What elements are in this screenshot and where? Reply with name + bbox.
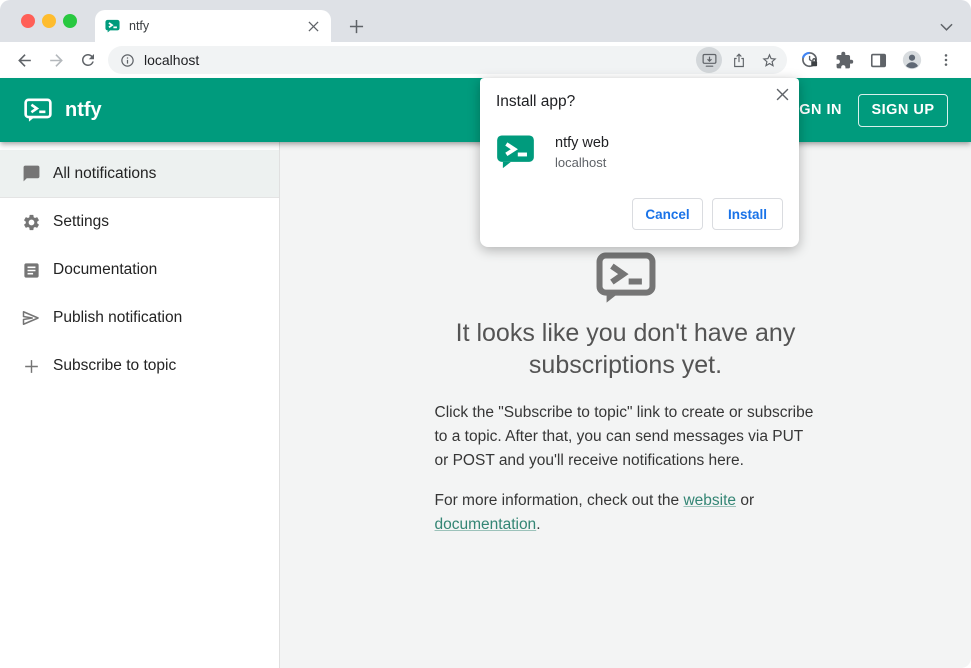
more-info-suffix: . — [536, 516, 541, 533]
article-icon — [21, 260, 41, 280]
tab-close-icon[interactable] — [305, 18, 321, 34]
browser-toolbar: localhost — [0, 42, 971, 78]
reload-icon[interactable] — [74, 46, 102, 74]
app-title: ntfy — [65, 98, 102, 121]
browser-window: ntfy localhost ntfy SIGN IN SIGN UP All … — [0, 0, 971, 668]
install-app-name: ntfy web — [555, 135, 609, 151]
website-link[interactable]: website — [683, 492, 736, 509]
install-app-origin: localhost — [555, 155, 607, 170]
chat-bubble-icon — [21, 164, 41, 184]
sidebar-item-all-notifications[interactable]: All notifications — [0, 150, 279, 198]
send-icon — [21, 308, 41, 328]
sidebar-item-subscribe-to-topic[interactable]: Subscribe to topic — [0, 342, 279, 390]
install-app-icon[interactable] — [696, 47, 722, 73]
ntfy-favicon-icon — [105, 19, 120, 33]
sign-up-button[interactable]: SIGN UP — [858, 93, 948, 127]
install-app-dialog: Install app? ntfy web localhost Cancel I… — [480, 78, 799, 247]
tab-strip: ntfy — [0, 0, 971, 42]
sidebar-item-settings[interactable]: Settings — [0, 198, 279, 246]
privacy-extension-icon[interactable] — [796, 46, 824, 74]
window-minimize-button[interactable] — [42, 14, 56, 28]
more-info-middle: or — [736, 492, 755, 509]
sidebar-item-label: Publish notification — [53, 309, 183, 326]
site-info-icon[interactable] — [120, 53, 135, 68]
empty-state-paragraph: Click the "Subscribe to topic" link to c… — [434, 404, 814, 469]
documentation-link[interactable]: documentation — [435, 516, 537, 533]
forward-icon[interactable] — [42, 46, 70, 74]
sidebar-item-label: Documentation — [53, 261, 158, 278]
window-close-button[interactable] — [21, 14, 35, 28]
sidebar: All notifications Settings Documentation… — [0, 142, 280, 668]
sidebar-item-label: All notifications — [53, 164, 157, 182]
url-text[interactable]: localhost — [144, 52, 692, 68]
install-button[interactable]: Install — [712, 198, 783, 230]
tab-search-chevron-icon[interactable] — [940, 18, 953, 36]
browser-tab[interactable]: ntfy — [95, 10, 331, 42]
sidebar-item-publish-notification[interactable]: Publish notification — [0, 294, 279, 342]
more-info-prefix: For more information, check out the — [434, 492, 684, 509]
sidebar-item-label: Subscribe to topic — [53, 357, 177, 374]
ntfy-logo-icon — [24, 97, 52, 122]
extensions-puzzle-icon[interactable] — [830, 46, 858, 74]
profile-avatar-icon[interactable] — [898, 46, 926, 74]
sidebar-item-documentation[interactable]: Documentation — [0, 246, 279, 294]
sidebar-item-label: Settings — [53, 213, 110, 230]
dialog-close-icon[interactable] — [774, 86, 790, 102]
new-tab-button[interactable] — [346, 16, 366, 36]
gear-icon — [21, 212, 41, 232]
back-icon[interactable] — [10, 46, 38, 74]
plus-icon — [21, 356, 41, 376]
tab-title: ntfy — [129, 19, 150, 33]
bookmark-star-icon[interactable] — [756, 47, 782, 73]
share-icon[interactable] — [726, 47, 752, 73]
browser-menu-icon[interactable] — [932, 46, 960, 74]
more-info-paragraph: For more information, check out the webs… — [435, 489, 817, 537]
window-zoom-button[interactable] — [63, 14, 77, 28]
install-dialog-title: Install app? — [496, 93, 576, 110]
address-bar[interactable]: localhost — [108, 46, 787, 74]
empty-state-heading: It looks like you don't have any subscri… — [455, 319, 796, 379]
ntfy-app-logo-icon — [497, 135, 534, 169]
ntfy-empty-state-logo-icon — [596, 252, 655, 303]
cancel-button[interactable]: Cancel — [632, 198, 703, 230]
side-panel-icon[interactable] — [864, 46, 892, 74]
